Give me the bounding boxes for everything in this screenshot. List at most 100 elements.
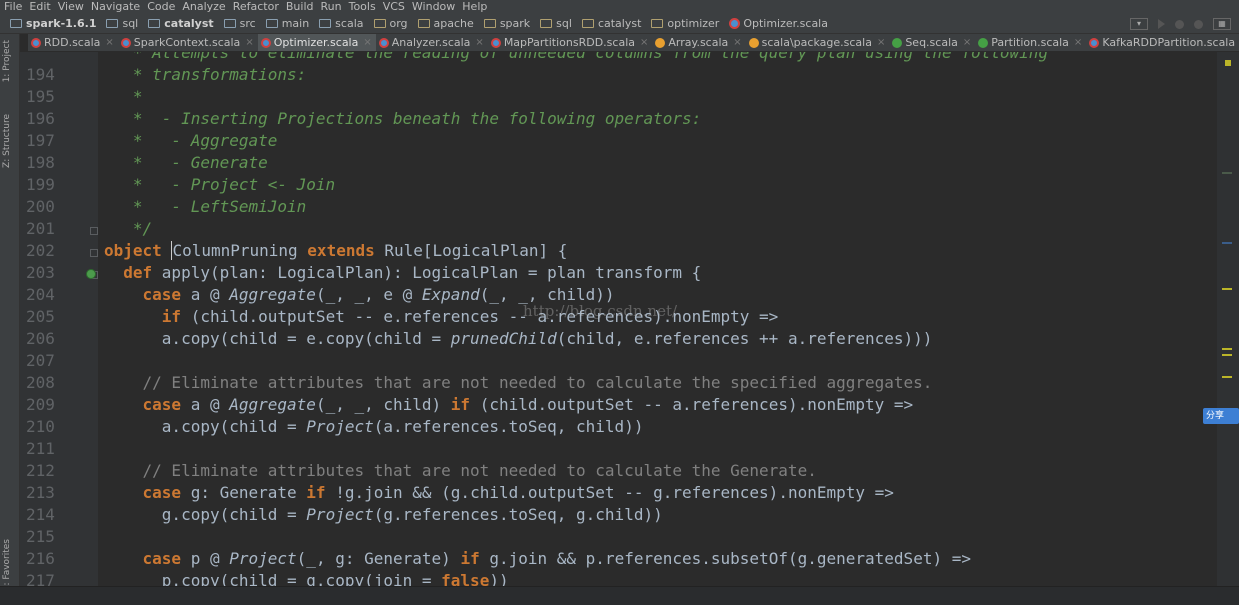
- close-icon[interactable]: ×: [1074, 34, 1082, 51]
- close-icon[interactable]: ×: [963, 34, 971, 51]
- menu-window[interactable]: Window: [412, 0, 455, 14]
- package-icon: [540, 19, 553, 28]
- error-stripe-marker[interactable]: [1222, 376, 1232, 378]
- menu-code[interactable]: Code: [147, 0, 175, 14]
- error-stripe-marker[interactable]: [1222, 354, 1232, 356]
- scala-object-icon: [748, 37, 759, 48]
- close-icon[interactable]: ×: [363, 34, 371, 51]
- menu-refactor[interactable]: Refactor: [233, 0, 279, 14]
- close-icon[interactable]: ×: [733, 34, 741, 51]
- folder-icon: [319, 19, 332, 28]
- line-number: 202: [26, 241, 55, 260]
- menu-edit[interactable]: Edit: [29, 0, 50, 14]
- breadcrumb-catalyst-pkg[interactable]: catalyst: [581, 14, 641, 33]
- line-number: 204: [26, 285, 55, 304]
- warning-marker[interactable]: [1225, 60, 1231, 66]
- line-number: 203: [26, 263, 55, 282]
- fold-marker-icon[interactable]: [90, 249, 98, 257]
- scala-class-icon: [378, 37, 389, 48]
- debug-icon[interactable]: [1175, 19, 1184, 29]
- favorites-tool-tab[interactable]: 2: Favorites: [2, 539, 12, 591]
- breadcrumb-main[interactable]: main: [265, 14, 309, 33]
- menu-vcs[interactable]: VCS: [383, 0, 405, 14]
- breadcrumb-spark[interactable]: spark: [483, 14, 530, 33]
- navigation-bar: spark-1.6.1 sql catalyst src main scala …: [0, 14, 1239, 34]
- scala-trait-icon: [978, 37, 989, 48]
- code-line: * Attempts to eliminate the reading of u…: [104, 52, 1049, 62]
- code-line: // Eliminate attributes that are not nee…: [104, 373, 933, 392]
- run-config-dropdown[interactable]: ▾: [1130, 18, 1148, 30]
- tab-sparkcontext[interactable]: SparkContext.scala ×: [118, 34, 258, 51]
- breadcrumb-org[interactable]: org: [373, 14, 408, 33]
- line-number: 207: [26, 351, 55, 370]
- line-number: 213: [26, 483, 55, 502]
- package-icon: [483, 19, 496, 28]
- tab-kafkardd[interactable]: KafkaRDDPartition.scala×: [1086, 34, 1239, 51]
- menu-navigate[interactable]: Navigate: [91, 0, 140, 14]
- breadcrumb-sql-pkg[interactable]: sql: [540, 14, 572, 33]
- error-stripe-marker[interactable]: [1222, 348, 1232, 350]
- breadcrumb-apache[interactable]: apache: [417, 14, 474, 33]
- tab-optimizer[interactable]: Optimizer.scala ×: [257, 34, 376, 51]
- breadcrumb-scala[interactable]: scala: [319, 14, 364, 33]
- breadcrumb-src[interactable]: src: [223, 14, 256, 33]
- scala-class-icon: [31, 37, 41, 48]
- error-stripe-marker[interactable]: [1222, 288, 1232, 290]
- folder-icon: [223, 19, 236, 28]
- error-stripe-marker[interactable]: [1222, 172, 1232, 174]
- close-icon[interactable]: ×: [475, 34, 483, 51]
- scala-class-icon: [1089, 37, 1100, 48]
- package-icon: [581, 19, 594, 28]
- scala-file-icon: [729, 18, 741, 29]
- menu-help[interactable]: Help: [462, 0, 487, 14]
- code-line: * - LeftSemiJoin: [104, 197, 307, 216]
- code-line: */: [104, 219, 153, 238]
- tab-analyzer[interactable]: Analyzer.scala ×: [376, 34, 488, 51]
- error-stripe-marker[interactable]: [1222, 242, 1232, 244]
- close-icon[interactable]: ×: [877, 34, 885, 51]
- line-number: 208: [26, 373, 55, 392]
- folder-icon: [106, 19, 119, 28]
- project-structure-icon[interactable]: ▦: [1213, 18, 1231, 30]
- project-tool-tab[interactable]: 1: Project: [2, 40, 12, 82]
- override-marker-icon[interactable]: [86, 269, 96, 279]
- menu-build[interactable]: Build: [286, 0, 314, 14]
- tab-array[interactable]: Array.scala ×: [652, 34, 745, 51]
- code-line: a.copy(child = Project(a.references.toSe…: [104, 417, 644, 436]
- tab-mappartitionsrdd[interactable]: MapPartitionsRDD.scala ×: [488, 34, 653, 51]
- tab-package[interactable]: scala\package.scala ×: [746, 34, 890, 51]
- code-line: def apply(plan: LogicalPlan): LogicalPla…: [104, 263, 702, 282]
- tab-rdd[interactable]: RDD.scala ×: [28, 34, 118, 51]
- fold-marker-icon[interactable]: [90, 227, 98, 235]
- breadcrumb-module[interactable]: spark-1.6.1: [10, 14, 96, 33]
- menu-file[interactable]: File: [4, 0, 22, 14]
- share-button[interactable]: 分享: [1203, 408, 1239, 424]
- code-line: if (child.outputSet -- e.references -- a…: [104, 307, 779, 326]
- code-line: case p @ Project(_, g: Generate) if g.jo…: [104, 549, 971, 568]
- tab-seq[interactable]: Seq.scala ×: [889, 34, 975, 51]
- menu-tools[interactable]: Tools: [349, 0, 376, 14]
- breadcrumb-file[interactable]: Optimizer.scala: [729, 14, 828, 33]
- close-icon[interactable]: ×: [245, 34, 253, 51]
- menu-run[interactable]: Run: [321, 0, 342, 14]
- close-icon[interactable]: ×: [105, 34, 113, 51]
- breadcrumb-optimizer[interactable]: optimizer: [651, 14, 719, 33]
- breadcrumb-sql[interactable]: sql: [106, 14, 138, 33]
- run-icon[interactable]: [1158, 19, 1165, 29]
- close-icon[interactable]: ×: [640, 34, 648, 51]
- line-number-gutter[interactable]: 194 195 196 197 198 199 200 201 202 203 …: [20, 52, 98, 604]
- tab-partition[interactable]: Partition.scala ×: [975, 34, 1086, 51]
- line-number: 210: [26, 417, 55, 436]
- package-icon: [373, 19, 386, 28]
- editor-tabs: RDD.scala × SparkContext.scala × Optimizer…: [28, 34, 1239, 52]
- toolbar-right: ▾ ▦: [1130, 14, 1231, 33]
- structure-tool-tab[interactable]: Z: Structure: [2, 114, 12, 168]
- code-editor[interactable]: * Attempts to eliminate the reading of u…: [98, 52, 1217, 604]
- editor-scrollbar[interactable]: [1217, 52, 1239, 604]
- breadcrumb-catalyst[interactable]: catalyst: [148, 14, 214, 33]
- code-line: case g: Generate if !g.join && (g.child.…: [104, 483, 894, 502]
- menu-view[interactable]: View: [58, 0, 84, 14]
- scala-object-icon: [655, 37, 666, 48]
- coverage-icon[interactable]: [1194, 19, 1203, 29]
- menu-analyze[interactable]: Analyze: [182, 0, 225, 14]
